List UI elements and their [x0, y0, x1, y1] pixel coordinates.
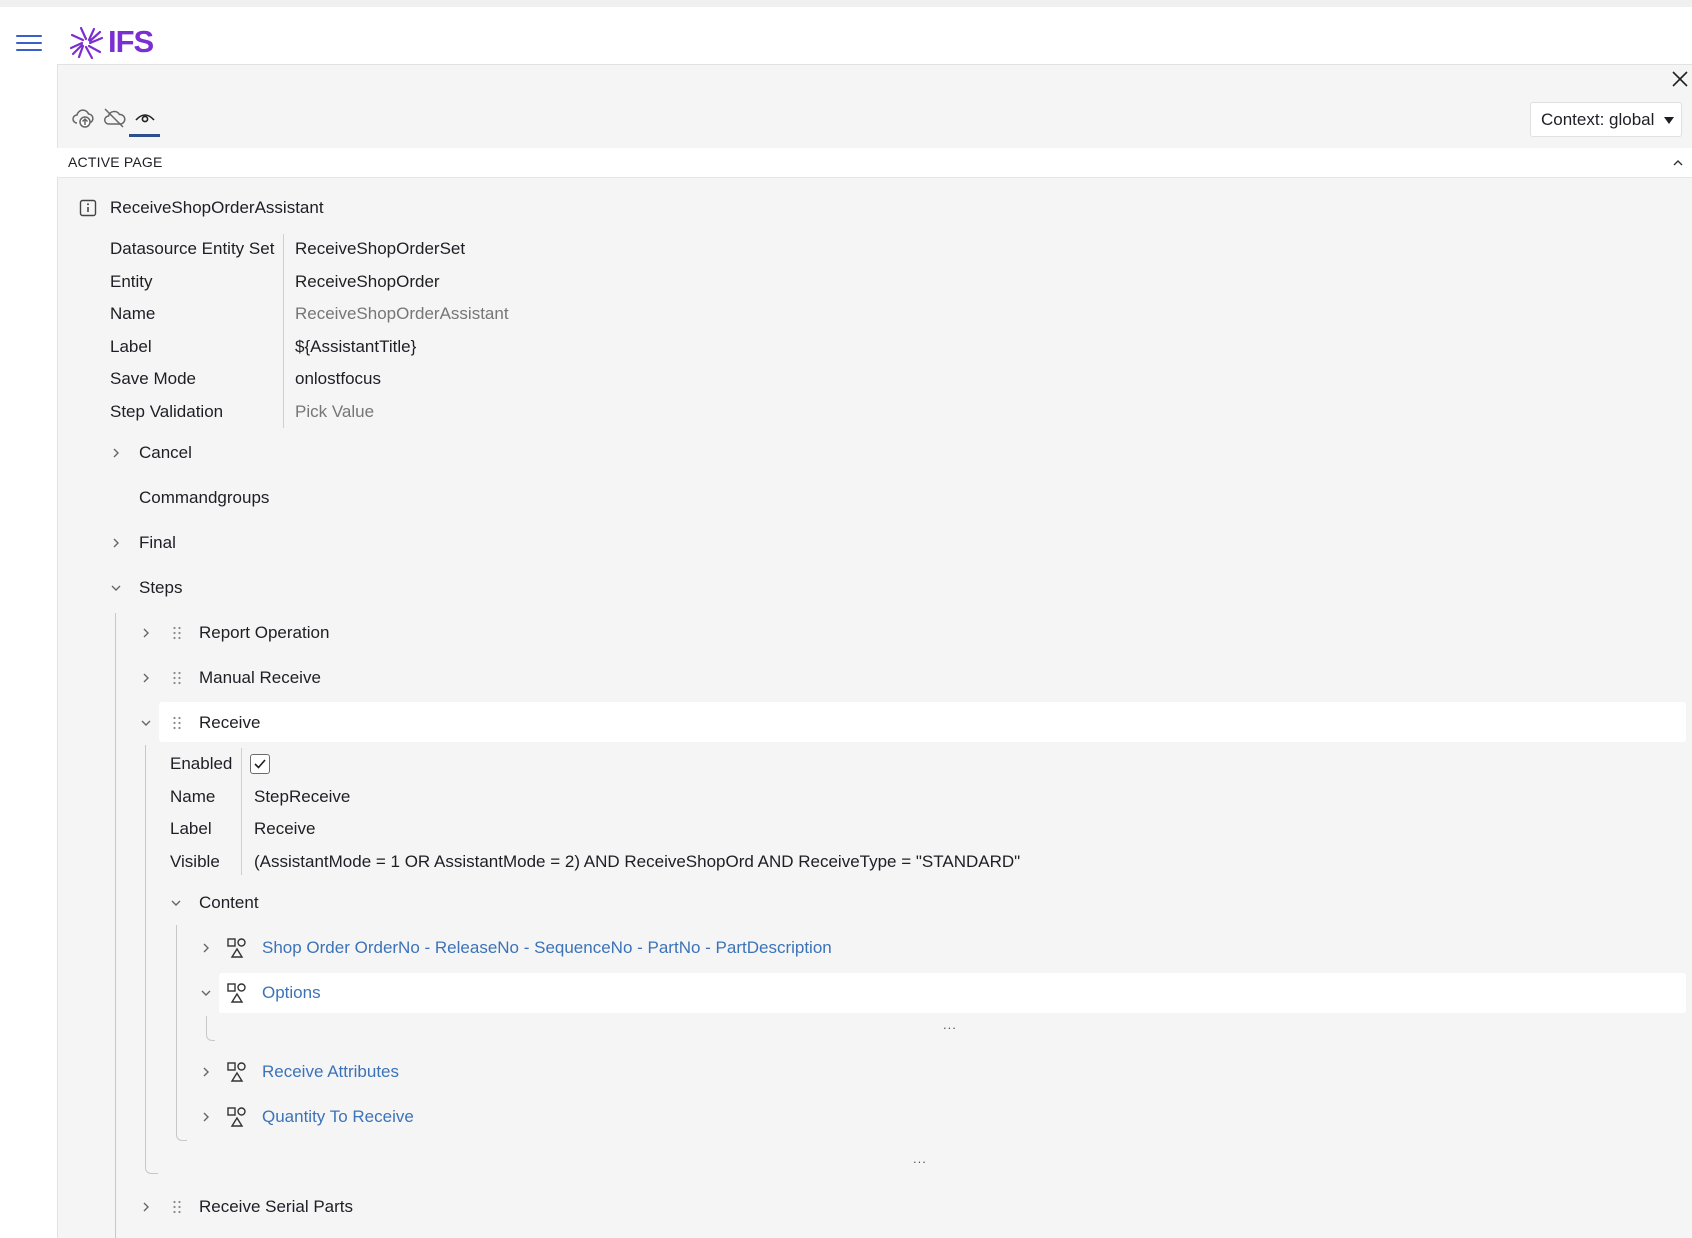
prop-value[interactable]: (AssistantMode = 1 OR AssistantMode = 2)…: [254, 852, 1020, 872]
drag-handle-icon[interactable]: [172, 716, 182, 730]
prop-value[interactable]: onlostfocus: [295, 369, 381, 389]
active-tab-indicator: [129, 134, 160, 137]
options-guide-line: [206, 1016, 215, 1041]
tree-item-content[interactable]: Content: [199, 893, 259, 913]
prop-value-placeholder[interactable]: Pick Value: [295, 402, 374, 422]
page-name: ReceiveShopOrderAssistant: [110, 198, 324, 217]
group-icon: [227, 1062, 246, 1082]
active-page-header[interactable]: ACTIVE PAGE: [57, 148, 1692, 178]
prop-key: Step Validation: [110, 402, 224, 421]
menu-icon[interactable]: [16, 33, 42, 53]
prop-value[interactable]: Receive: [254, 819, 315, 839]
receive-guide-line: [145, 745, 158, 1174]
step-item[interactable]: Receive: [199, 713, 260, 733]
more-ellipsis[interactable]: ...: [913, 1151, 927, 1166]
cloud-upload-icon[interactable]: [71, 106, 95, 130]
prop-key: Label: [110, 337, 152, 356]
chevron-right-icon[interactable]: [139, 671, 153, 685]
cloud-off-icon[interactable]: [102, 106, 126, 130]
chevron-down-icon[interactable]: [199, 986, 213, 1000]
prop-key: Datasource Entity Set: [110, 239, 275, 258]
step-item[interactable]: Manual Receive: [199, 668, 321, 688]
prop-value[interactable]: ${AssistantTitle}: [295, 337, 416, 357]
step-item[interactable]: Receive Serial Parts: [199, 1197, 353, 1217]
prop-key: Name: [170, 787, 216, 806]
prop-value[interactable]: ReceiveShopOrderAssistant: [295, 304, 509, 324]
prop-key: Entity: [110, 272, 153, 291]
top-bar: IFS: [0, 7, 1692, 65]
tree-item-commandgroups[interactable]: Commandgroups: [139, 488, 269, 508]
chevron-right-icon[interactable]: [109, 536, 123, 550]
more-ellipsis[interactable]: ...: [943, 1017, 957, 1032]
chevron-right-icon[interactable]: [139, 626, 153, 640]
steps-guide-line: [115, 613, 116, 1238]
group-icon: [227, 1107, 246, 1127]
chevron-up-icon[interactable]: [1671, 156, 1685, 170]
chevron-down-icon[interactable]: [109, 581, 123, 595]
chevron-right-icon[interactable]: [199, 1065, 213, 1079]
checkmark-icon: [254, 759, 266, 769]
left-rail: [0, 64, 58, 1238]
ifs-logo-text: IFS: [108, 24, 154, 59]
content-group-link[interactable]: Shop Order OrderNo - ReleaseNo - Sequenc…: [262, 938, 832, 958]
prop-key: Name: [110, 304, 156, 323]
prop-key: Visible: [170, 852, 220, 871]
content-row-options[interactable]: [219, 973, 1686, 1013]
info-icon: [79, 199, 97, 217]
prop-divider: [241, 748, 242, 875]
drag-handle-icon[interactable]: [172, 626, 182, 640]
prop-value[interactable]: ReceiveShopOrderSet: [295, 239, 465, 259]
content-group-link[interactable]: Options: [262, 983, 321, 1003]
tree-item-final[interactable]: Final: [139, 533, 176, 553]
chevron-right-icon[interactable]: [139, 1200, 153, 1214]
drag-handle-icon[interactable]: [172, 1200, 182, 1214]
content-guide-line: [176, 925, 187, 1141]
tree-item-cancel[interactable]: Cancel: [139, 443, 192, 463]
caret-down-icon: [1664, 117, 1674, 124]
section-title: ACTIVE PAGE: [68, 154, 163, 170]
prop-key: Label: [170, 819, 212, 838]
context-dropdown[interactable]: Context: global: [1530, 102, 1682, 137]
prop-value[interactable]: ReceiveShopOrder: [295, 272, 440, 292]
top-strip: [0, 0, 1692, 7]
eye-icon[interactable]: [133, 106, 157, 130]
chevron-down-icon[interactable]: [139, 716, 153, 730]
prop-key: Save Mode: [110, 369, 196, 388]
chevron-right-icon[interactable]: [199, 941, 213, 955]
content-group-link[interactable]: Quantity To Receive: [262, 1107, 414, 1127]
chevron-right-icon[interactable]: [109, 446, 123, 460]
group-icon: [227, 983, 246, 1003]
group-icon: [227, 938, 246, 958]
tree-item-steps[interactable]: Steps: [139, 578, 182, 598]
context-label: Context: global: [1541, 110, 1655, 129]
content-group-link[interactable]: Receive Attributes: [262, 1062, 399, 1082]
chevron-right-icon[interactable]: [199, 1110, 213, 1124]
close-icon[interactable]: [1670, 69, 1690, 89]
drag-handle-icon[interactable]: [172, 671, 182, 685]
prop-value[interactable]: StepReceive: [254, 787, 350, 807]
prop-key: Enabled: [170, 754, 233, 773]
step-row-receive[interactable]: [159, 702, 1686, 742]
chevron-down-icon[interactable]: [169, 896, 183, 910]
prop-divider: [283, 234, 284, 428]
step-item[interactable]: Report Operation: [199, 623, 329, 643]
enabled-checkbox[interactable]: [250, 754, 270, 774]
